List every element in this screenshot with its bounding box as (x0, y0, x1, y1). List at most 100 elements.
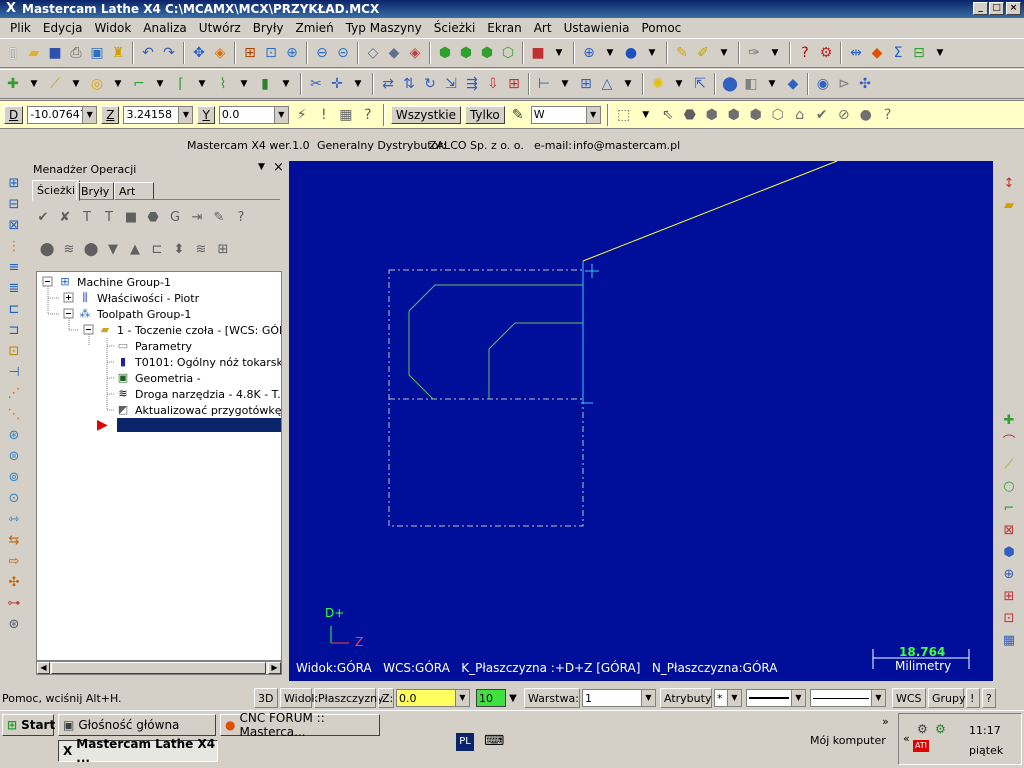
chevron-down-icon[interactable]: ▼ (506, 693, 520, 704)
chevron-down-icon[interactable]: ▼ (766, 44, 784, 62)
regenerate-dirty-icon[interactable]: T (100, 208, 118, 227)
chamfer-icon[interactable]: ⌈ (172, 75, 190, 93)
chevron-down-icon[interactable]: ▼ (178, 106, 193, 123)
menu-screen[interactable]: Ekran (481, 21, 527, 35)
chevron-down-icon[interactable]: ▼ (258, 162, 265, 172)
config-icon[interactable]: ⚙ (817, 44, 835, 62)
insert-arrow-marker-icon[interactable]: ▶ (97, 418, 108, 432)
ok-circle-icon[interactable]: ● (857, 106, 875, 124)
move-down-icon[interactable]: ▼ (104, 240, 122, 259)
toolpath-misc-icon[interactable]: ⋱ (5, 405, 23, 424)
network-icon[interactable]: ⚙ (917, 722, 928, 736)
chuck-icon[interactable]: ✣ (5, 573, 23, 592)
create-solid-icon[interactable]: ⬢ (1000, 543, 1018, 562)
tab-art[interactable]: Art (114, 182, 154, 200)
planes-button[interactable]: Płaszczyzny (314, 688, 384, 708)
tree-node-update-stock[interactable]: ◩ Aktualizować przygotówkę (115, 402, 281, 418)
line-style-field[interactable]: ▼ (746, 689, 806, 707)
gview-side-icon[interactable]: ◈ (406, 44, 424, 62)
verify-ops-icon[interactable]: ⬣ (144, 208, 162, 227)
chevron-down-icon[interactable]: ▼ (151, 75, 169, 93)
repaint-icon[interactable]: ◈ (211, 44, 229, 62)
window-select-icon[interactable]: ⬚ (615, 106, 633, 124)
xform-project-icon[interactable]: ⇩ (484, 75, 502, 93)
sum-icon[interactable]: Σ (889, 44, 907, 62)
keyboard-icon[interactable]: ⌨ (484, 733, 504, 749)
stock-flip-icon[interactable]: ⇿ (5, 510, 23, 529)
y-coordinate-button[interactable]: Y (197, 105, 215, 124)
render-icon[interactable]: ◆ (868, 44, 886, 62)
chain-select-icon[interactable]: ⬣ (681, 106, 699, 124)
trim-icon[interactable]: ✂ (307, 75, 325, 93)
select-all-button[interactable]: Wszystkie (390, 105, 461, 124)
chevron-down-icon[interactable]: ▼ (601, 44, 619, 62)
help-pointer-icon[interactable]: ? (796, 44, 814, 62)
unzoom-icon[interactable]: ⊖ (313, 44, 331, 62)
pan-icon[interactable]: ✥ (190, 44, 208, 62)
fast-point-icon[interactable]: ⚡ (293, 106, 311, 124)
screen-icon[interactable]: ▦ (1000, 631, 1018, 650)
steady-rest-icon[interactable]: ⊛ (5, 615, 23, 634)
toggle-post-icon[interactable]: ⬤ (82, 240, 100, 259)
stop-icon[interactable]: ⬤ (721, 75, 739, 93)
backplot-icon[interactable]: ⊳ (835, 75, 853, 93)
toolpath-finish-icon[interactable]: ⊠ (5, 216, 23, 235)
ops-close-button[interactable]: × (273, 160, 284, 175)
y-coordinate-field[interactable]: 0.0 ▼ (218, 105, 289, 124)
toggle-display-icon[interactable]: ≋ (60, 240, 78, 259)
scroll-left-icon[interactable]: ◀ (37, 662, 50, 674)
zoom-target-icon[interactable]: ⊕ (283, 44, 301, 62)
simulate-icon[interactable]: ✣ (856, 75, 874, 93)
measure-icon[interactable]: ✑ (745, 44, 763, 62)
break-icon[interactable]: ✛ (328, 75, 346, 93)
task-browser[interactable]: ● CNC FORUM :: Masterca... (220, 711, 380, 739)
toolpath-points-icon[interactable]: ⋰ (5, 384, 23, 403)
menu-view[interactable]: Widok (88, 21, 137, 35)
chevron-down-icon[interactable]: ▼ (641, 690, 655, 706)
chevron-down-icon[interactable]: ▼ (643, 44, 661, 62)
regenerate-icon[interactable]: T (78, 208, 96, 227)
stock-transfer-icon[interactable]: ⇆ (5, 531, 23, 550)
chevron-down-icon[interactable]: ▼ (715, 44, 733, 62)
minimize-button[interactable]: _ (973, 2, 988, 15)
stock-advance-icon[interactable]: ⇨ (5, 552, 23, 571)
task-volume[interactable]: ▣ Głośność główna (58, 714, 216, 736)
zoom-out-icon[interactable]: ⊝ (334, 44, 352, 62)
gview-top-icon[interactable]: ◇ (364, 44, 382, 62)
xform-array-icon[interactable]: ⊞ (505, 75, 523, 93)
chevron-down-icon[interactable]: ▼ (637, 106, 655, 124)
tree-node-tool[interactable]: ▮ T0101: Ogólny nóż tokarski - C (115, 354, 281, 370)
pointer-select-icon[interactable]: ⇖ (659, 106, 677, 124)
menu-solids[interactable]: Bryły (247, 21, 290, 35)
menu-help[interactable]: Pomoc (636, 21, 688, 35)
cube-side-icon[interactable]: ⬢ (478, 44, 496, 62)
redo-icon[interactable]: ↷ (160, 44, 178, 62)
chevron-down-icon[interactable]: ▼ (791, 690, 805, 706)
select-all-ops-icon[interactable]: ✔ (34, 208, 52, 227)
create-circle-icon[interactable]: ○ (1000, 477, 1018, 496)
chevron-down-icon[interactable]: ▼ (25, 75, 43, 93)
fit-icon[interactable]: ⊞ (241, 44, 259, 62)
toolpath-drill-icon[interactable]: ⋮ (5, 237, 23, 256)
backplot-ops-icon[interactable]: ■ (122, 208, 140, 227)
xform-offset-icon[interactable]: ⇶ (463, 75, 481, 93)
tool-holder-icon[interactable]: ◧ (742, 75, 760, 93)
xform-icon[interactable]: ⊡ (1000, 609, 1018, 628)
create-rectangle-icon[interactable]: ⊠ (1000, 521, 1018, 540)
cube-iso-icon[interactable]: ⬢ (436, 44, 454, 62)
menu-xform[interactable]: Zmień (289, 21, 339, 35)
print-icon[interactable]: ⎙ (67, 44, 85, 62)
solid-face-icon[interactable]: ⬢ (703, 106, 721, 124)
wcs-button[interactable]: WCS (892, 688, 926, 708)
chevron-down-icon[interactable]: ▼ (455, 690, 469, 706)
solid-back-icon[interactable]: ⬡ (769, 106, 787, 124)
chevron-down-icon[interactable]: ▼ (109, 75, 127, 93)
print-preview-icon[interactable]: ▣ (88, 44, 106, 62)
expand-icon[interactable]: » (882, 715, 889, 728)
attributes-button[interactable]: Atrybuty (660, 688, 712, 708)
tree-horizontal-scrollbar[interactable]: ◀ ▶ (36, 661, 282, 675)
globe-wire-icon[interactable]: ⊕ (580, 44, 598, 62)
chevron-down-icon[interactable]: ▼ (550, 44, 568, 62)
security-icon[interactable]: ⚙ (935, 722, 946, 736)
insert-icon[interactable]: ◆ (784, 75, 802, 93)
